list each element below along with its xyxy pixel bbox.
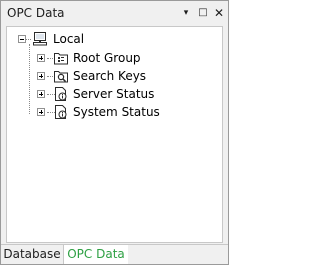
panel-tab-strip: Database OPC Data: [1, 244, 228, 265]
expand-toggle[interactable]: [37, 90, 45, 98]
collapse-toggle[interactable]: [18, 35, 26, 43]
tree-node-root-group[interactable]: Root Group: [7, 49, 207, 67]
panel-options-button[interactable]: ▾: [179, 6, 193, 20]
info-document-icon: [53, 104, 69, 120]
opc-data-panel: OPC Data ▾ □ ✕ Local Root Group Search K…: [0, 0, 229, 265]
info-document-icon: [53, 86, 69, 102]
tree-node-label: Server Status: [73, 87, 155, 101]
computer-icon: [32, 31, 48, 47]
search-folder-icon: [53, 68, 69, 84]
group-folder-icon: [53, 50, 69, 66]
opc-tree[interactable]: Local Root Group Search Keys Server Stat…: [6, 26, 223, 243]
tree-node-label: Search Keys: [73, 69, 147, 83]
panel-titlebar: OPC Data ▾ □ ✕: [1, 1, 228, 25]
tree-node-system-status[interactable]: System Status: [7, 103, 207, 121]
tree-node-label: Root Group: [73, 51, 141, 65]
tree-node-search-keys[interactable]: Search Keys: [7, 67, 207, 85]
expand-toggle[interactable]: [37, 108, 45, 116]
tree-node-local[interactable]: Local: [7, 30, 207, 48]
expand-toggle[interactable]: [37, 72, 45, 80]
close-button[interactable]: ✕: [212, 6, 226, 20]
tab-database[interactable]: Database: [1, 245, 64, 264]
expand-toggle[interactable]: [37, 54, 45, 62]
tree-node-label: System Status: [73, 105, 160, 119]
maximize-button[interactable]: □: [196, 6, 210, 20]
tab-opc-data[interactable]: OPC Data: [64, 245, 128, 264]
panel-title: OPC Data: [7, 6, 65, 20]
tree-node-label: Local: [53, 32, 85, 46]
tree-node-server-status[interactable]: Server Status: [7, 85, 207, 103]
